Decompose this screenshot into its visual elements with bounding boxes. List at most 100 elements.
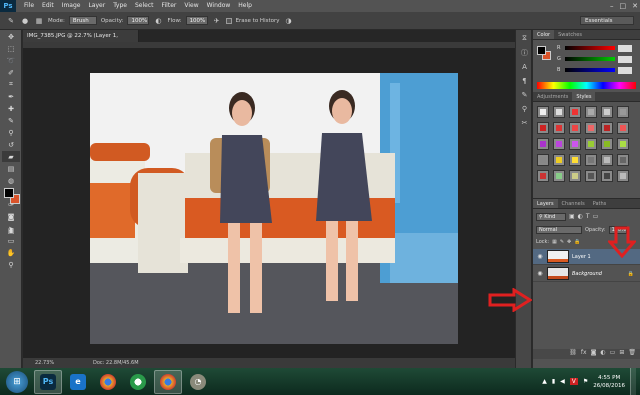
document-tab[interactable]: IMG_7385.JPG @ 22.7% (Layer 1, RGB/8) * … bbox=[23, 30, 139, 51]
menu-layer[interactable]: Layer bbox=[84, 0, 109, 12]
style-swatch[interactable] bbox=[617, 170, 629, 182]
clone-source-icon[interactable]: ⚲ bbox=[518, 103, 531, 114]
taskbar-chrome[interactable] bbox=[94, 370, 122, 394]
style-swatch[interactable] bbox=[569, 138, 581, 150]
crop-tool-icon[interactable]: ⌗ bbox=[2, 79, 20, 90]
quick-select-tool-icon[interactable]: ✐ bbox=[2, 67, 20, 78]
style-swatch[interactable] bbox=[569, 122, 581, 134]
trash-icon[interactable]: 🗑 bbox=[628, 349, 636, 359]
green-slider[interactable]: G bbox=[557, 55, 637, 63]
hand-tool-icon[interactable]: ✋ bbox=[2, 247, 20, 258]
brush-tool-icon[interactable]: ✎ bbox=[2, 115, 20, 126]
tab-swatches[interactable]: Swatches bbox=[554, 30, 586, 39]
brushes-icon[interactable]: ✎ bbox=[518, 89, 531, 100]
style-swatch[interactable] bbox=[617, 138, 629, 150]
layer-row[interactable]: ◉ Background 🔒 bbox=[533, 266, 640, 282]
menu-edit[interactable]: Edit bbox=[38, 0, 58, 12]
tool-presets-icon[interactable]: ✂ bbox=[518, 117, 531, 128]
screen-mode-icon[interactable]: ▣ bbox=[2, 225, 20, 236]
character-icon[interactable]: A bbox=[518, 61, 531, 72]
airbrush-icon[interactable]: ✈ bbox=[212, 16, 222, 26]
fx-icon[interactable]: fx bbox=[581, 349, 587, 359]
lasso-tool-icon[interactable]: ➰ bbox=[2, 55, 20, 66]
style-swatch[interactable] bbox=[585, 138, 597, 150]
style-swatch[interactable] bbox=[617, 122, 629, 134]
filter-pixel-icon[interactable]: ▣ bbox=[569, 213, 575, 220]
mode-select[interactable]: Brush bbox=[68, 16, 97, 25]
erase-history-checkbox[interactable] bbox=[225, 17, 232, 24]
gradient-tool-icon[interactable]: ▤ bbox=[2, 163, 20, 174]
tab-layers[interactable]: Layers bbox=[533, 199, 558, 208]
healing-tool-icon[interactable]: ✚ bbox=[2, 103, 20, 114]
taskbar-ie[interactable]: e bbox=[64, 370, 92, 394]
lock-pixels-icon[interactable]: ▦ bbox=[552, 239, 557, 245]
group-icon[interactable]: ▭ bbox=[610, 349, 616, 359]
taskbar-chrome-2[interactable] bbox=[154, 369, 182, 394]
marquee-tool-icon[interactable]: ⬚ bbox=[2, 43, 20, 54]
zoom-level[interactable]: 22.73% bbox=[23, 360, 63, 366]
menu-help[interactable]: Help bbox=[234, 0, 256, 12]
history-brush-tool-icon[interactable]: ↺ bbox=[2, 139, 20, 150]
adjustment-layer-icon[interactable]: ◐ bbox=[600, 349, 605, 359]
properties-icon[interactable]: ⓘ bbox=[518, 47, 531, 58]
style-swatch[interactable] bbox=[553, 154, 565, 166]
taskbar-photoshop[interactable]: Ps bbox=[34, 369, 62, 394]
style-swatch[interactable] bbox=[569, 106, 581, 118]
style-swatch[interactable] bbox=[585, 122, 597, 134]
eyedropper-tool-icon[interactable]: ✒ bbox=[2, 91, 20, 102]
flag-icon[interactable]: ⚑ bbox=[583, 378, 588, 385]
workspace-select[interactable]: Essentials bbox=[580, 16, 634, 25]
blend-mode-select[interactable]: Normal bbox=[536, 225, 582, 234]
style-swatch[interactable] bbox=[601, 170, 613, 182]
style-swatch[interactable] bbox=[601, 122, 613, 134]
style-swatch[interactable] bbox=[553, 170, 565, 182]
eye-icon[interactable]: ◉ bbox=[536, 270, 544, 278]
move-tool-icon[interactable]: ✥ bbox=[2, 31, 20, 42]
style-swatch[interactable] bbox=[601, 138, 613, 150]
layer-name[interactable]: Layer 1 bbox=[572, 254, 591, 260]
flow-input[interactable]: 100% bbox=[185, 16, 208, 25]
eye-icon[interactable]: ◉ bbox=[536, 253, 544, 261]
vietnamese-input-icon[interactable]: V bbox=[569, 378, 578, 385]
quick-mask-icon[interactable]: ◙ bbox=[2, 211, 20, 222]
tray-up-icon[interactable]: ▲ bbox=[542, 378, 547, 385]
tab-styles[interactable]: Styles bbox=[572, 92, 596, 101]
eraser-tool-icon[interactable]: ▰ bbox=[2, 151, 20, 162]
maximize-button[interactable]: □ bbox=[620, 2, 627, 10]
blue-slider[interactable]: B bbox=[557, 66, 637, 74]
tab-paths[interactable]: Paths bbox=[589, 199, 611, 208]
start-button[interactable]: ⊞ bbox=[6, 370, 28, 393]
new-layer-icon[interactable]: ⊞ bbox=[619, 349, 624, 359]
style-swatch[interactable] bbox=[601, 106, 613, 118]
canvas[interactable] bbox=[23, 48, 515, 358]
tab-channels[interactable]: Channels bbox=[558, 199, 589, 208]
lock-image-icon[interactable]: ✎ bbox=[560, 239, 564, 245]
color-spectrum[interactable] bbox=[537, 82, 636, 89]
paragraph-icon[interactable]: ¶ bbox=[518, 75, 531, 86]
style-swatch[interactable] bbox=[617, 154, 629, 166]
taskbar-app[interactable]: ◔ bbox=[184, 370, 212, 394]
menu-window[interactable]: Window bbox=[203, 0, 235, 12]
link-layers-icon[interactable]: ⛓ bbox=[569, 349, 577, 359]
style-swatch[interactable] bbox=[569, 154, 581, 166]
lock-position-icon[interactable]: ✥ bbox=[567, 239, 571, 245]
style-swatch[interactable] bbox=[585, 170, 597, 182]
mask-icon[interactable]: ◙ bbox=[591, 349, 597, 359]
clone-stamp-tool-icon[interactable]: ⚲ bbox=[2, 127, 20, 138]
style-swatch[interactable] bbox=[537, 154, 549, 166]
style-swatch[interactable] bbox=[585, 154, 597, 166]
zoom-tool-icon[interactable]: ⚲ bbox=[2, 259, 20, 270]
history-icon[interactable]: ⧖ bbox=[518, 33, 531, 44]
style-swatch[interactable] bbox=[537, 138, 549, 150]
lock-all-icon[interactable]: 🔒 bbox=[574, 239, 580, 245]
pressure-opacity-icon[interactable]: ◐ bbox=[153, 16, 163, 26]
tab-color[interactable]: Color bbox=[533, 30, 555, 39]
volume-icon[interactable]: ◀ bbox=[560, 378, 565, 385]
red-slider[interactable]: R bbox=[557, 44, 637, 52]
filter-type-icon[interactable]: T bbox=[586, 213, 590, 220]
layer-name[interactable]: Background bbox=[572, 271, 602, 277]
menu-view[interactable]: View bbox=[180, 0, 202, 12]
blur-tool-icon[interactable]: ◍ bbox=[2, 175, 20, 186]
style-swatch[interactable] bbox=[537, 170, 549, 182]
menu-file[interactable]: File bbox=[20, 0, 38, 12]
